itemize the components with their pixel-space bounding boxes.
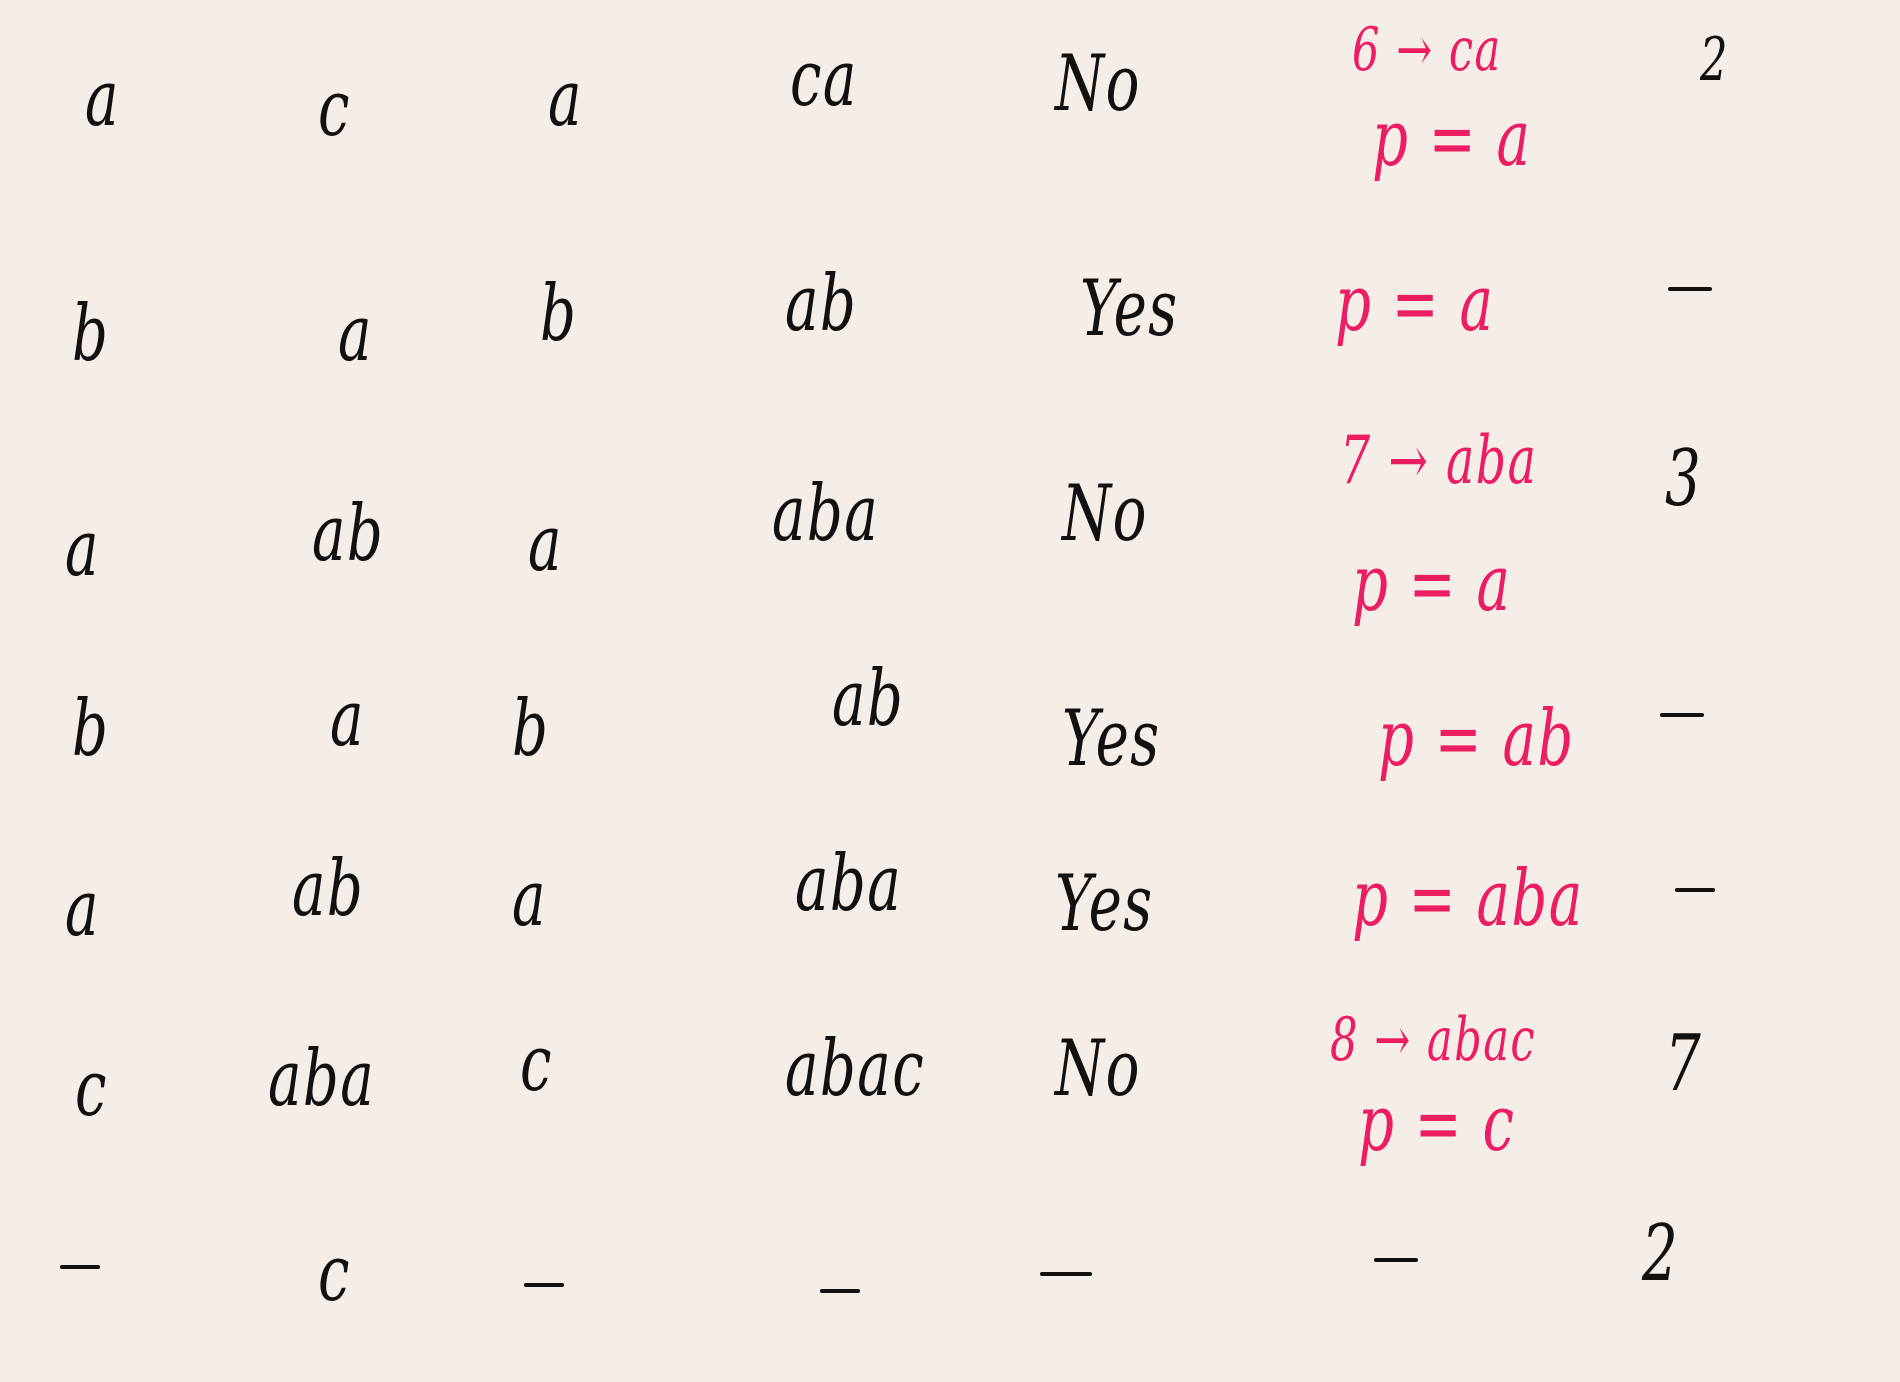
row6-annotation-bottom: p = c: [1358, 1079, 1516, 1169]
row5-col2: ab: [292, 844, 365, 934]
row6-col5: No: [1055, 1024, 1141, 1114]
row2-annotation: p = a: [1335, 259, 1495, 349]
row1-col5: No: [1055, 39, 1141, 129]
row6-annotation-top: 8 → abac: [1330, 1005, 1537, 1075]
row4-col5: Yes: [1062, 694, 1161, 784]
row4-col2: a: [330, 674, 365, 764]
row6-col3: c: [520, 1019, 553, 1109]
row3-col3: a: [528, 499, 563, 589]
row7-col2: c: [318, 1229, 351, 1319]
row5-col5: Yes: [1055, 859, 1154, 949]
row2-col2: a: [338, 289, 373, 379]
row4-annotation: p = ab: [1378, 694, 1575, 784]
row7-col4-dash: [820, 1289, 860, 1293]
row1-col7: 2: [1700, 25, 1729, 95]
row3-annotation-top: 7 → aba: [1340, 422, 1538, 499]
row3-col5: No: [1062, 469, 1148, 559]
row6-col1: c: [75, 1044, 108, 1134]
row4-col1: b: [72, 684, 110, 774]
row1-annotation-top: 6 → ca: [1352, 15, 1502, 85]
row2-col7-dash: [1668, 287, 1712, 291]
row1-annotation-bottom: p = a: [1372, 94, 1532, 184]
row5-col7-dash: [1675, 888, 1715, 892]
row5-col3: a: [512, 854, 547, 944]
row2-col1: b: [72, 289, 110, 379]
row1-col1: a: [85, 54, 120, 144]
row4-col4: ab: [832, 654, 905, 744]
row2-col3: b: [540, 269, 578, 359]
row1-col2: c: [318, 64, 351, 154]
row6-col2: aba: [268, 1034, 376, 1124]
row1-col3: a: [548, 54, 583, 144]
row6-col4: abac: [785, 1024, 926, 1114]
row2-col5: Yes: [1080, 264, 1179, 354]
row7-col6-dash: [1374, 1258, 1418, 1262]
row3-col4: aba: [772, 469, 880, 559]
row4-col7-dash: [1660, 713, 1704, 717]
row5-col1: a: [65, 864, 100, 954]
row3-col7: 3: [1665, 434, 1703, 524]
row7-col5-dash: [1040, 1272, 1092, 1276]
row3-col2: ab: [312, 489, 385, 579]
row5-annotation: p = aba: [1352, 854, 1584, 944]
row7-col3-dash: [524, 1283, 564, 1287]
row7-col7: 2: [1642, 1209, 1680, 1299]
handwritten-table: a c a ca No 6 → ca p = a 2 b a b ab Yes …: [0, 0, 1900, 1382]
row3-col1: a: [65, 504, 100, 594]
row2-col4: ab: [785, 259, 858, 349]
row5-col4: aba: [795, 839, 903, 929]
row3-annotation-bottom: p = a: [1352, 539, 1512, 629]
row7-col1-dash: [60, 1265, 100, 1269]
row4-col3: b: [512, 684, 550, 774]
row1-col4: ca: [790, 34, 858, 124]
row6-col7: 7: [1665, 1019, 1703, 1109]
